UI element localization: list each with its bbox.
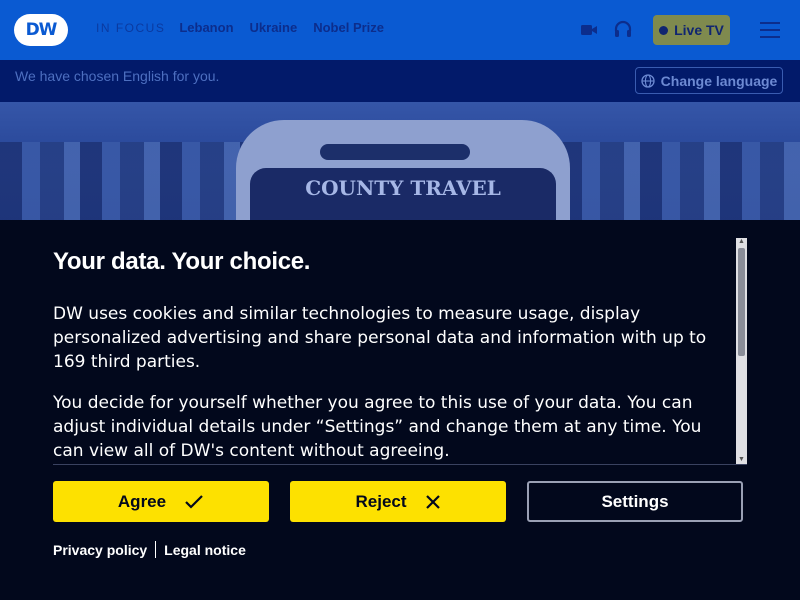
legal-notice-link[interactable]: Legal notice (164, 542, 246, 558)
consent-paragraph-2: You decide for yourself whether you agre… (53, 393, 702, 461)
close-icon (425, 494, 440, 509)
consent-title: Your data. Your choice. (53, 248, 311, 275)
bus-sign: COUNTY TRAVEL (305, 176, 501, 200)
menu-icon[interactable] (758, 19, 782, 41)
language-message: We have chosen English for you. (15, 68, 220, 84)
focus-nav: IN FOCUS Lebanon Ukraine Nobel Prize (96, 20, 400, 35)
change-language-button[interactable]: Change language (635, 67, 783, 94)
checkmark-icon (185, 494, 203, 509)
agree-button[interactable]: Agree (53, 481, 269, 522)
scrollbar-thumb[interactable] (738, 248, 745, 356)
link-separator (155, 541, 157, 558)
dw-logo[interactable]: DW (14, 14, 68, 46)
change-language-label: Change language (660, 72, 778, 89)
reject-label: Reject (355, 491, 407, 511)
live-dot-icon (659, 25, 669, 35)
consent-scrollbar[interactable]: ▲ ▼ (736, 238, 747, 464)
privacy-policy-link[interactable]: Privacy policy (53, 542, 147, 558)
topic-link-ukraine[interactable]: Ukraine (250, 20, 298, 35)
top-navigation: DW IN FOCUS Lebanon Ukraine Nobel Prize … (0, 0, 800, 60)
topic-link-nobel-prize[interactable]: Nobel Prize (313, 20, 384, 35)
settings-label: Settings (601, 491, 669, 511)
hero-bus: COUNTY TRAVEL (236, 120, 570, 220)
reject-button[interactable]: Reject (290, 481, 506, 522)
consent-text-area[interactable]: Your data. Your choice. DW uses cookies … (53, 238, 747, 465)
agree-label: Agree (117, 491, 167, 511)
in-focus-label: IN FOCUS (96, 20, 166, 35)
bus-roof-window (320, 144, 470, 160)
video-icon[interactable] (579, 20, 599, 40)
topic-link-lebanon[interactable]: Lebanon (179, 20, 233, 35)
scroll-down-arrow-icon[interactable]: ▼ (736, 456, 747, 464)
settings-button[interactable]: Settings (527, 481, 743, 522)
consent-paragraph-1: DW uses cookies and similar technologies… (53, 304, 707, 372)
scroll-up-arrow-icon[interactable]: ▲ (736, 238, 747, 246)
headphones-icon[interactable] (612, 18, 634, 40)
legal-links: Privacy policy Legal notice (53, 541, 246, 558)
hero-image: COUNTY TRAVEL (0, 102, 800, 220)
globe-icon (641, 73, 655, 88)
live-tv-button[interactable]: Live TV (653, 15, 730, 45)
live-tv-label: Live TV (674, 22, 724, 38)
